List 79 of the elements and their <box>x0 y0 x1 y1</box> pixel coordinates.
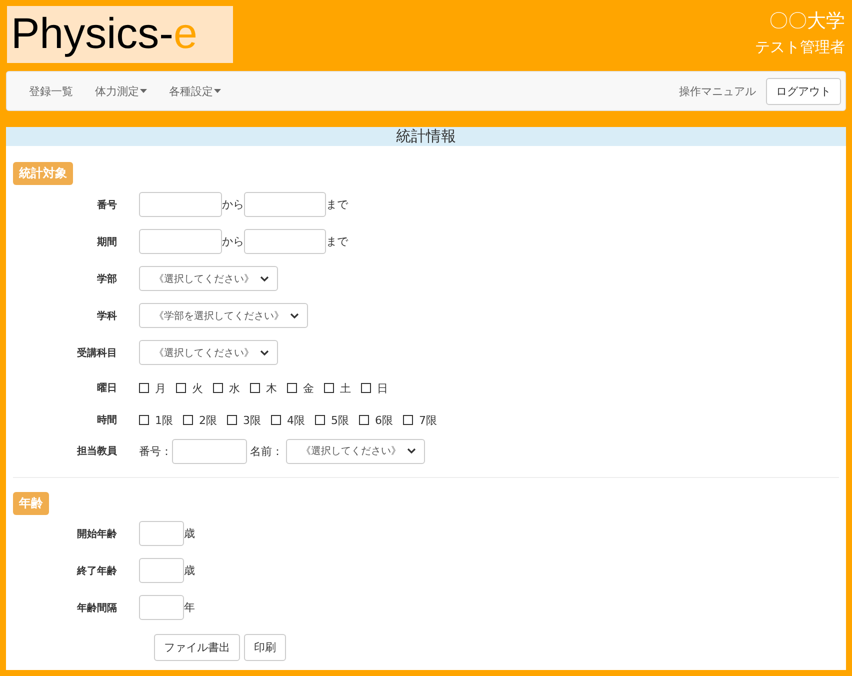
unit-text: 年 <box>184 600 195 615</box>
university-name: 〇〇大学 <box>769 9 845 34</box>
checkbox[interactable] <box>250 383 260 393</box>
unit-text: 歳 <box>184 563 195 578</box>
checkbox-option[interactable]: 7限 <box>403 412 437 428</box>
checkbox[interactable] <box>315 415 325 425</box>
select-dropdown[interactable]: 《選択してください》 <box>286 438 425 464</box>
action-button[interactable]: 印刷 <box>244 634 286 661</box>
checkbox[interactable] <box>287 383 297 393</box>
checkbox-option[interactable]: 土 <box>324 380 351 396</box>
checkbox-option[interactable]: 1限 <box>139 412 173 428</box>
checkbox-option[interactable]: 2限 <box>183 412 217 428</box>
checkbox-option[interactable]: 6限 <box>359 412 393 428</box>
number-label: 番号： <box>139 444 172 458</box>
checkbox[interactable] <box>183 415 193 425</box>
input-field[interactable] <box>139 229 222 254</box>
range-text: まで <box>326 234 348 249</box>
select-dropdown[interactable]: 《選択してください》 <box>139 340 278 365</box>
range-text: まで <box>326 197 348 212</box>
unit-text: 歳 <box>184 526 195 541</box>
chevron-down-icon <box>260 276 269 282</box>
field-label: 学科 <box>96 310 118 322</box>
checkbox[interactable] <box>139 383 149 393</box>
checkbox-option[interactable]: 月 <box>139 380 166 396</box>
checkbox[interactable] <box>359 415 369 425</box>
checkbox[interactable] <box>227 415 237 425</box>
input-field[interactable] <box>244 229 326 254</box>
name-label: 名前： <box>250 444 283 458</box>
checkbox-option[interactable]: 木 <box>250 380 277 396</box>
input-field[interactable] <box>172 438 247 464</box>
logout-button[interactable]: ログアウト <box>766 78 841 104</box>
field-label: 期間 <box>96 236 118 248</box>
user-name: テスト管理者 <box>755 38 845 57</box>
nav-link[interactable]: 各種設定 <box>169 84 221 98</box>
input-field[interactable] <box>139 521 184 546</box>
checkbox[interactable] <box>361 383 371 393</box>
input-field[interactable] <box>139 558 184 583</box>
field-label: 終了年齢 <box>76 564 118 578</box>
checkbox-option[interactable]: 3限 <box>227 412 261 428</box>
input-field[interactable] <box>139 192 222 217</box>
checkbox[interactable] <box>176 383 186 393</box>
field-label: 曜日 <box>96 382 118 395</box>
manual-link[interactable]: 操作マニュアル <box>679 84 756 98</box>
section-label: 統計対象 <box>13 162 73 185</box>
checkbox-option[interactable]: 水 <box>213 380 240 396</box>
input-field[interactable] <box>244 192 326 217</box>
checkbox[interactable] <box>139 415 149 425</box>
nav-link[interactable]: 体力測定 <box>95 84 147 98</box>
checkbox[interactable] <box>324 383 334 393</box>
checkbox-option[interactable]: 日 <box>361 380 388 396</box>
checkbox-option[interactable]: 4限 <box>271 412 305 428</box>
caret-icon <box>140 89 147 93</box>
range-text: から <box>222 234 244 249</box>
chevron-down-icon <box>260 350 269 356</box>
field-label: 開始年齢 <box>76 528 118 540</box>
nav-link[interactable]: 登録一覧 <box>29 84 73 98</box>
checkbox-option[interactable]: 火 <box>176 380 203 396</box>
range-text: から <box>222 197 244 212</box>
checkbox[interactable] <box>271 415 281 425</box>
chevron-down-icon <box>407 448 416 454</box>
field-label: 担当教員 <box>76 444 118 458</box>
field-label: 受講科目 <box>76 346 118 360</box>
select-dropdown[interactable]: 《選択してください》 <box>139 266 278 291</box>
input-field[interactable] <box>139 595 184 620</box>
caret-icon <box>214 89 221 93</box>
checkbox-option[interactable]: 金 <box>287 380 314 396</box>
select-dropdown[interactable]: 《学部を選択してください》 <box>139 303 308 328</box>
checkbox[interactable] <box>213 383 223 393</box>
checkbox-option[interactable]: 5限 <box>315 412 349 428</box>
field-label: 番号 <box>96 198 118 212</box>
chevron-down-icon <box>290 312 299 318</box>
section-label: 年齢 <box>13 492 49 515</box>
logo: Physics-e <box>7 6 233 63</box>
checkbox[interactable] <box>403 415 413 425</box>
field-label: 年齢間隔 <box>76 602 118 614</box>
field-label: 学部 <box>96 272 118 286</box>
panel-title: 統計情報 <box>6 127 846 146</box>
field-label: 時間 <box>96 414 118 427</box>
action-button[interactable]: ファイル書出 <box>154 634 240 661</box>
